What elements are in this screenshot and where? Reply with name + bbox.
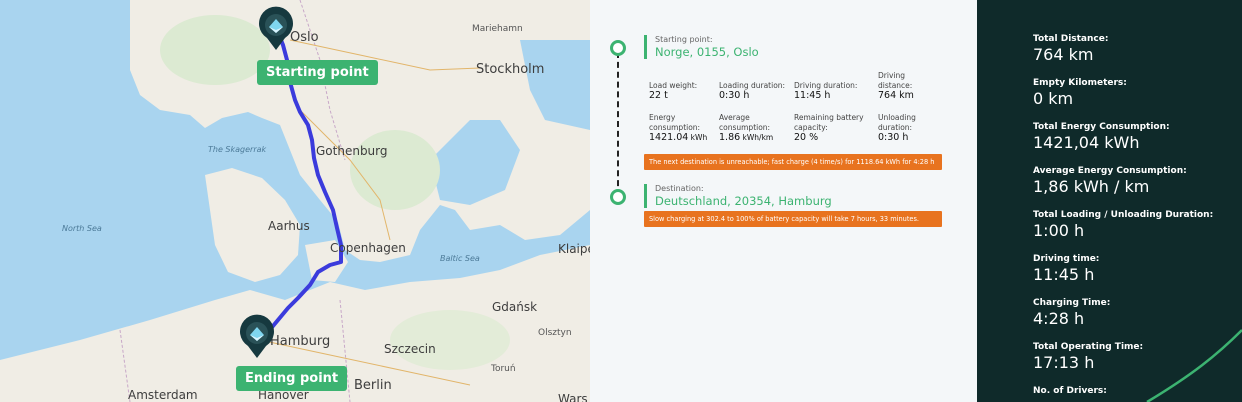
city-label: Berlin	[354, 378, 392, 393]
stat-caption: Average consumption:	[719, 113, 771, 132]
stat-value: 0:30 h	[878, 132, 909, 143]
starting-point-value: Norge, 0155, Oslo	[655, 45, 759, 59]
city-label: Stockholm	[476, 62, 545, 77]
destination-caption: Destination:	[655, 184, 704, 193]
summary-label: Driving time:	[1033, 254, 1100, 264]
summary-driving-time: Driving time: 11:45 h	[1033, 253, 1099, 285]
summary-label: Total Loading / Unloading Duration:	[1033, 210, 1214, 220]
summary-value: 4:28 h	[1033, 309, 1085, 328]
city-label: Gdańsk	[492, 300, 538, 314]
summary-total-energy: Total Energy Consumption: 1421,04 kWh	[1033, 121, 1170, 153]
destination-value: Deutschland, 20354, Hamburg	[655, 194, 832, 208]
summary-value: 764 km	[1033, 45, 1094, 64]
stat-value: 20 %	[794, 132, 819, 143]
summary-drivers: No. of Drivers:	[1033, 385, 1107, 397]
route-map[interactable]: Oslo Mariehamn Stockholm The Skagerrak G…	[0, 0, 590, 402]
city-label: Hamburg	[270, 334, 331, 349]
summary-value: 1:00 h	[1033, 221, 1085, 240]
summary-empty-km: Empty Kilometers: 0 km	[1033, 77, 1127, 109]
city-label: Toruń	[491, 364, 516, 374]
destination-block: Destination: Deutschland, 20354, Hamburg	[644, 184, 832, 208]
route-details-panel: Starting point: Norge, 0155, Oslo Load w…	[590, 0, 977, 402]
start-dot-icon	[610, 40, 626, 56]
stat-value: 1421.04 kWh	[649, 132, 708, 143]
summary-label: Total Operating Time:	[1033, 342, 1144, 352]
summary-total-distance: Total Distance: 764 km	[1033, 33, 1108, 65]
summary-value: 11:45 h	[1033, 265, 1095, 284]
summary-label: No. of Drivers:	[1033, 386, 1107, 396]
starting-point-caption: Starting point:	[655, 35, 713, 44]
city-label: Amsterdam	[128, 388, 198, 402]
summary-charging-time: Charging Time: 4:28 h	[1033, 297, 1110, 329]
sea-label: Baltic Sea	[440, 254, 480, 263]
city-label: Szczecin	[384, 342, 436, 356]
summary-label: Total Distance:	[1033, 34, 1109, 44]
city-label: Aarhus	[268, 219, 310, 233]
summary-avg-energy: Average Energy Consumption: 1,86 kWh / k…	[1033, 165, 1187, 197]
timeline-connector	[617, 52, 619, 196]
summary-value: 0 km	[1033, 89, 1074, 108]
city-label: Klaipe	[558, 242, 590, 256]
city-label: Mariehamn	[472, 24, 523, 34]
summary-label: Charging Time:	[1033, 298, 1111, 308]
city-label: Olsztyn	[538, 328, 572, 338]
summary-label: Empty Kilometers:	[1033, 78, 1127, 88]
sea-label: North Sea	[62, 224, 102, 233]
stat-caption: Load weight:	[649, 80, 698, 90]
stat-caption: Remaining battery capacity:	[794, 113, 864, 132]
city-label: Wars	[558, 392, 588, 402]
summary-loading-duration: Total Loading / Unloading Duration: 1:00…	[1033, 209, 1213, 241]
start-point-tag: Starting point	[257, 60, 378, 85]
stat-caption: Driving distance:	[878, 71, 913, 90]
start-marker-icon[interactable]	[257, 6, 295, 52]
stat-value: 764 km	[878, 90, 914, 101]
summary-operating-time: Total Operating Time: 17:13 h	[1033, 341, 1143, 373]
stat-caption: Loading duration:	[719, 80, 786, 90]
summary-label: Average Energy Consumption:	[1033, 166, 1187, 176]
stat-value: 1.86 kWh/km	[719, 132, 774, 143]
destination-dot-icon	[610, 189, 626, 205]
end-point-tag: Ending point	[236, 366, 348, 391]
stat-value: 0:30 h	[719, 90, 750, 101]
sea-label: The Skagerrak	[208, 145, 267, 154]
summary-value: 17:13 h	[1033, 353, 1095, 372]
leg-stats: Load weight: 22 t Loading duration: 0:30…	[649, 70, 939, 150]
stat-caption: Unloading duration:	[878, 113, 916, 132]
summary-label: Total Energy Consumption:	[1033, 122, 1170, 132]
end-marker-icon[interactable]	[238, 314, 276, 360]
trip-summary-panel: Total Distance: 764 km Empty Kilometers:…	[977, 0, 1242, 402]
city-label: Copenhagen	[330, 241, 406, 255]
starting-point-block: Starting point: Norge, 0155, Oslo	[644, 35, 759, 59]
stat-value: 22 t	[649, 90, 668, 101]
summary-value: 1,86 kWh / km	[1033, 177, 1150, 196]
stat-caption: Driving duration:	[794, 80, 858, 90]
summary-value: 1421,04 kWh	[1033, 133, 1140, 152]
stat-value: 11:45 h	[794, 90, 831, 101]
city-label: Gothenburg	[316, 144, 388, 158]
charging-warning-alert: The next destination is unreachable; fas…	[644, 154, 942, 170]
slow-charging-alert: Slow charging at 302.4 to 100% of batter…	[644, 211, 942, 227]
stat-caption: Energy consumption:	[649, 113, 701, 132]
